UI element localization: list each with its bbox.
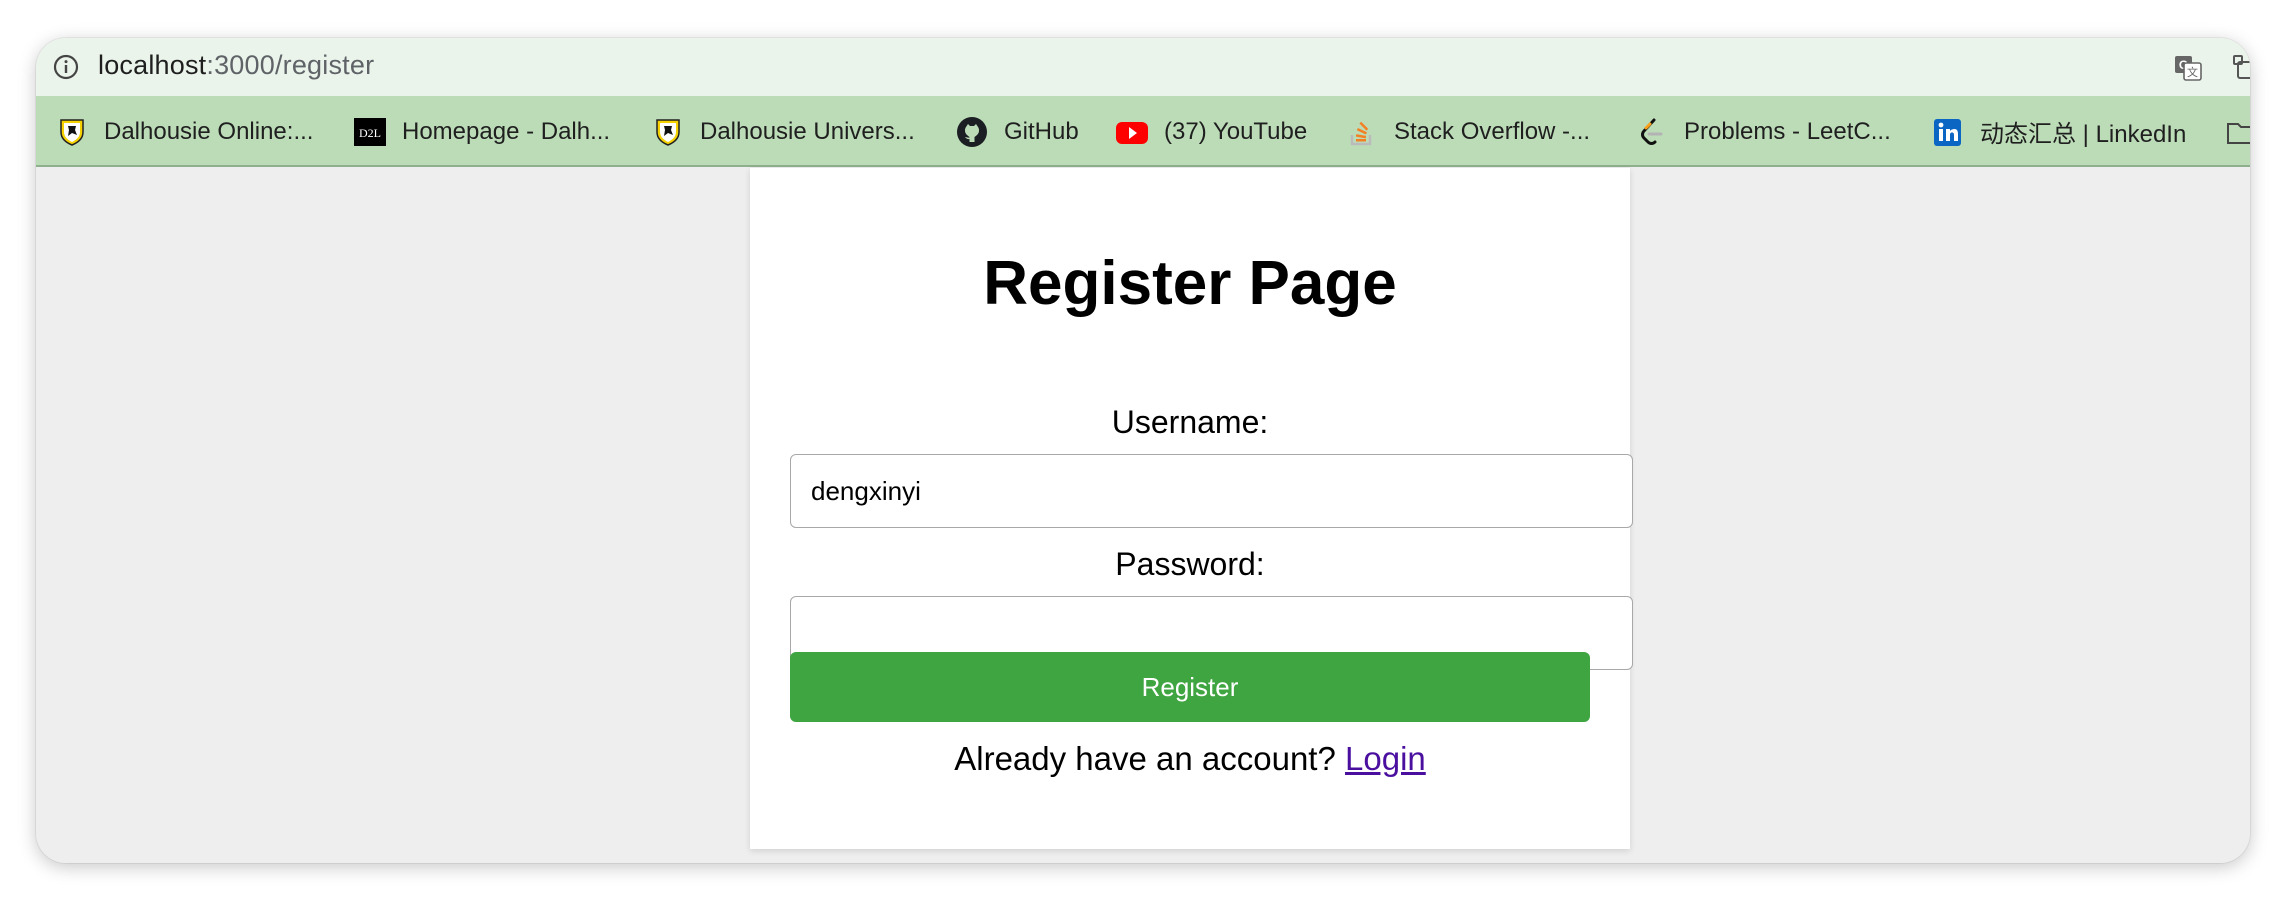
bookmark-label: Homepage - Dalh... [402,117,611,145]
username-value: dengxinyi [811,475,921,506]
url-text[interactable]: localhost:3000/register [98,50,374,81]
bookmark-dalhousie-online[interactable]: Dalhousie Online:... [56,96,313,167]
login-prompt: Already have an account? Login [750,740,1630,778]
bookmark-label: Problems - LeetC... [1684,117,1891,145]
register-button[interactable]: Register [790,652,1590,722]
bookmark-leetcode[interactable]: Problems - LeetC... [1636,96,1891,167]
info-icon[interactable] [52,53,80,81]
address-bar[interactable]: localhost:3000/register G 文 [36,38,2250,96]
page-title: Register Page [983,249,1397,318]
svg-text:D2L: D2L [359,126,381,140]
dal-shield-icon [60,118,84,146]
login-prompt-text: Already have an account? [954,740,1336,777]
linkedin-icon [1934,118,1961,146]
page-content: Register Page Username: dengxinyi Passwo… [36,168,2250,863]
bookmark-linkedin[interactable]: 动态汇总 | LinkedIn [1932,96,2186,167]
bookmark-label: (37) YouTube [1164,117,1308,145]
url-path: :3000/register [206,50,375,80]
svg-text:文: 文 [2187,65,2198,79]
url-host: localhost [98,50,207,80]
bookmark-d2l-homepage[interactable]: D2L Homepage - Dalh... [354,96,610,167]
browser-window: localhost:3000/register G 文 Dalhousie On… [36,38,2250,863]
stackoverflow-icon [1350,121,1372,145]
login-link[interactable]: Login [1345,740,1426,777]
dal-shield-icon [656,118,680,146]
bookmark-github[interactable]: GitHub [956,96,1079,167]
bookmark-label: Dalhousie Online:... [104,117,314,145]
leetcode-icon [1641,118,1663,145]
username-input[interactable]: dengxinyi [790,454,1633,528]
youtube-icon [1116,121,1148,144]
bookmark-label: Stack Overflow -... [1394,117,1591,145]
translate-icon[interactable]: G 文 [2172,52,2204,84]
username-label: Username: [1111,404,1269,440]
bookmark-label: Dalhousie Univers... [700,117,915,145]
bookmark-folder[interactable] [2226,96,2250,167]
password-label: Password: [1115,546,1265,582]
bookmark-label: GitHub [1004,117,1079,145]
bookmark-dalhousie-university[interactable]: Dalhousie Univers... [652,96,915,167]
github-icon [957,116,987,147]
bookmarks-bar: Dalhousie Online:... D2L Homepage - Dalh… [36,96,2250,167]
bookmark-label: 动态汇总 | LinkedIn [1980,121,2187,148]
folder-icon [2227,122,2250,144]
bookmark-stackoverflow[interactable]: Stack Overflow -... [1346,96,1590,167]
extension-icon[interactable] [2232,54,2250,82]
register-card: Register Page Username: dengxinyi Passwo… [750,168,1633,849]
bookmark-youtube[interactable]: (37) YouTube [1116,96,1307,167]
d2l-icon: D2L [354,117,386,146]
